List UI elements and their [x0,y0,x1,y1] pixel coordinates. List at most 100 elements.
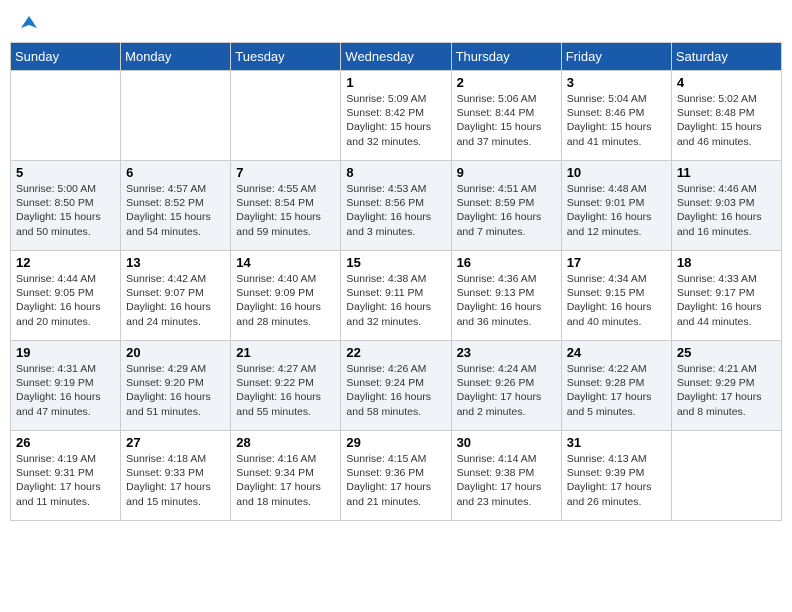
day-number: 1 [346,75,445,90]
calendar-day-cell: 11Sunrise: 4:46 AM Sunset: 9:03 PM Dayli… [671,161,781,251]
day-info: Sunrise: 4:40 AM Sunset: 9:09 PM Dayligh… [236,272,335,329]
day-info: Sunrise: 4:42 AM Sunset: 9:07 PM Dayligh… [126,272,225,329]
day-of-week-header: Tuesday [231,43,341,71]
calendar-day-cell: 25 Sunrise: 4:21 AM Sunset: 9:29 PM Dayli… [671,341,781,431]
day-info: Sunrise: 4:27 AM Sunset: 9:22 PM Dayligh… [236,362,335,419]
day-number: 30 [457,435,556,450]
day-number: 7 [236,165,335,180]
logo [18,14,40,30]
calendar-week-row: 5Sunrise: 5:00 AM Sunset: 8:50 PM Daylig… [11,161,782,251]
day-number: 21 [236,345,335,360]
calendar-week-row: 26 Sunrise: 4:19 AM Sunset: 9:31 PM Dayli… [11,431,782,521]
calendar-day-cell: 17 Sunrise: 4:34 AM Sunset: 9:15 PM Dayli… [561,251,671,341]
day-number: 15 [346,255,445,270]
day-number: 26 [16,435,115,450]
day-info: Sunrise: 4:13 AM Sunset: 9:39 PM Dayligh… [567,452,666,509]
day-number: 28 [236,435,335,450]
day-number: 5 [16,165,115,180]
day-info: Sunrise: 5:09 AM Sunset: 8:42 PM Dayligh… [346,92,445,149]
day-number: 22 [346,345,445,360]
day-info: Sunrise: 4:21 AM Sunset: 9:29 PM Dayligh… [677,362,776,419]
day-number: 9 [457,165,556,180]
day-info: Sunrise: 4:57 AM Sunset: 8:52 PM Dayligh… [126,182,225,239]
day-info: Sunrise: 4:31 AM Sunset: 9:19 PM Dayligh… [16,362,115,419]
calendar-day-cell: 22 Sunrise: 4:26 AM Sunset: 9:24 PM Dayli… [341,341,451,431]
logo-bird-icon [19,14,39,34]
day-info: Sunrise: 4:14 AM Sunset: 9:38 PM Dayligh… [457,452,556,509]
calendar-day-cell: 16 Sunrise: 4:36 AM Sunset: 9:13 PM Dayli… [451,251,561,341]
calendar-day-cell: 30 Sunrise: 4:14 AM Sunset: 9:38 PM Dayli… [451,431,561,521]
calendar-day-cell: 21 Sunrise: 4:27 AM Sunset: 9:22 PM Dayli… [231,341,341,431]
day-number: 27 [126,435,225,450]
day-info: Sunrise: 4:18 AM Sunset: 9:33 PM Dayligh… [126,452,225,509]
day-of-week-header: Wednesday [341,43,451,71]
day-info: Sunrise: 4:55 AM Sunset: 8:54 PM Dayligh… [236,182,335,239]
day-info: Sunrise: 4:36 AM Sunset: 9:13 PM Dayligh… [457,272,556,329]
day-info: Sunrise: 4:22 AM Sunset: 9:28 PM Dayligh… [567,362,666,419]
day-of-week-header: Monday [121,43,231,71]
calendar-day-cell: 28Sunrise: 4:16 AM Sunset: 9:34 PM Dayli… [231,431,341,521]
day-number: 13 [126,255,225,270]
calendar-day-cell: 18 Sunrise: 4:33 AM Sunset: 9:17 PM Dayli… [671,251,781,341]
calendar-day-cell: 23 Sunrise: 4:24 AM Sunset: 9:26 PM Dayli… [451,341,561,431]
day-number: 18 [677,255,776,270]
day-number: 12 [16,255,115,270]
day-number: 14 [236,255,335,270]
day-info: Sunrise: 5:02 AM Sunset: 8:48 PM Dayligh… [677,92,776,149]
calendar-day-cell [121,71,231,161]
calendar-day-cell: 26 Sunrise: 4:19 AM Sunset: 9:31 PM Dayli… [11,431,121,521]
day-number: 19 [16,345,115,360]
calendar-day-cell: 7 Sunrise: 4:55 AM Sunset: 8:54 PM Daylig… [231,161,341,251]
calendar-day-cell [11,71,121,161]
day-number: 10 [567,165,666,180]
day-number: 2 [457,75,556,90]
calendar-day-cell: 29 Sunrise: 4:15 AM Sunset: 9:36 PM Dayli… [341,431,451,521]
day-number: 29 [346,435,445,450]
day-info: Sunrise: 4:29 AM Sunset: 9:20 PM Dayligh… [126,362,225,419]
calendar-day-cell: 9Sunrise: 4:51 AM Sunset: 8:59 PM Daylig… [451,161,561,251]
day-number: 17 [567,255,666,270]
day-number: 3 [567,75,666,90]
day-number: 20 [126,345,225,360]
day-number: 25 [677,345,776,360]
day-info: Sunrise: 4:44 AM Sunset: 9:05 PM Dayligh… [16,272,115,329]
calendar-day-cell: 19 Sunrise: 4:31 AM Sunset: 9:19 PM Dayli… [11,341,121,431]
calendar-day-cell: 12 Sunrise: 4:44 AM Sunset: 9:05 PM Dayli… [11,251,121,341]
day-info: Sunrise: 4:33 AM Sunset: 9:17 PM Dayligh… [677,272,776,329]
day-number: 8 [346,165,445,180]
calendar-day-cell: 24 Sunrise: 4:22 AM Sunset: 9:28 PM Dayli… [561,341,671,431]
day-of-week-header: Thursday [451,43,561,71]
day-info: Sunrise: 4:15 AM Sunset: 9:36 PM Dayligh… [346,452,445,509]
day-info: Sunrise: 4:19 AM Sunset: 9:31 PM Dayligh… [16,452,115,509]
day-info: Sunrise: 4:34 AM Sunset: 9:15 PM Dayligh… [567,272,666,329]
day-info: Sunrise: 4:24 AM Sunset: 9:26 PM Dayligh… [457,362,556,419]
day-number: 23 [457,345,556,360]
calendar-day-cell: 31 Sunrise: 4:13 AM Sunset: 9:39 PM Dayli… [561,431,671,521]
calendar-day-cell: 10 Sunrise: 4:48 AM Sunset: 9:01 PM Dayli… [561,161,671,251]
calendar-day-cell: 13 Sunrise: 4:42 AM Sunset: 9:07 PM Dayli… [121,251,231,341]
calendar-day-cell: 14 Sunrise: 4:40 AM Sunset: 9:09 PM Dayli… [231,251,341,341]
day-info: Sunrise: 4:26 AM Sunset: 9:24 PM Dayligh… [346,362,445,419]
calendar-day-cell: 2Sunrise: 5:06 AM Sunset: 8:44 PM Daylig… [451,71,561,161]
day-info: Sunrise: 4:53 AM Sunset: 8:56 PM Dayligh… [346,182,445,239]
day-number: 6 [126,165,225,180]
day-number: 24 [567,345,666,360]
calendar-day-cell [671,431,781,521]
day-info: Sunrise: 4:48 AM Sunset: 9:01 PM Dayligh… [567,182,666,239]
day-number: 4 [677,75,776,90]
day-of-week-header: Saturday [671,43,781,71]
calendar-day-cell: 5Sunrise: 5:00 AM Sunset: 8:50 PM Daylig… [11,161,121,251]
calendar-week-row: 19 Sunrise: 4:31 AM Sunset: 9:19 PM Dayli… [11,341,782,431]
calendar-day-cell: 15Sunrise: 4:38 AM Sunset: 9:11 PM Dayli… [341,251,451,341]
calendar-week-row: 1 Sunrise: 5:09 AM Sunset: 8:42 PM Daylig… [11,71,782,161]
calendar-day-cell: 20 Sunrise: 4:29 AM Sunset: 9:20 PM Dayli… [121,341,231,431]
calendar-day-cell: 3Sunrise: 5:04 AM Sunset: 8:46 PM Daylig… [561,71,671,161]
calendar-header-row: SundayMondayTuesdayWednesdayThursdayFrid… [11,43,782,71]
calendar-day-cell: 27 Sunrise: 4:18 AM Sunset: 9:33 PM Dayli… [121,431,231,521]
day-of-week-header: Sunday [11,43,121,71]
day-number: 16 [457,255,556,270]
calendar-day-cell [231,71,341,161]
day-number: 31 [567,435,666,450]
calendar-day-cell: 8 Sunrise: 4:53 AM Sunset: 8:56 PM Daylig… [341,161,451,251]
calendar-day-cell: 4 Sunrise: 5:02 AM Sunset: 8:48 PM Daylig… [671,71,781,161]
